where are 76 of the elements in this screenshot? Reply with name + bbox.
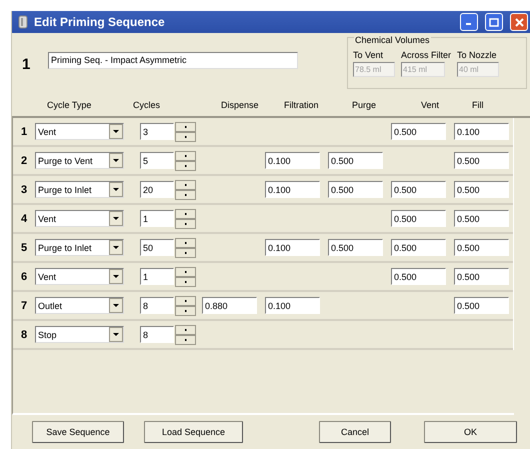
value-field[interactable]: 0.500	[328, 239, 383, 256]
dialog-button[interactable]: Save Sequence	[32, 421, 124, 443]
value-field[interactable]: 0.500	[328, 152, 383, 169]
cycles-field[interactable]: 8	[140, 326, 174, 343]
value-field[interactable]: 0.500	[328, 181, 383, 198]
row-number: 2	[20, 154, 28, 166]
value-field[interactable]: 0.500	[391, 239, 446, 256]
value-field[interactable]: 0.500	[454, 152, 509, 169]
cycle-type-dropdown[interactable]: Stop	[35, 326, 124, 343]
cycle-type-dropdown[interactable]: Vent	[35, 210, 124, 227]
cycles-field[interactable]: 8	[140, 297, 174, 314]
cycle-type-dropdown[interactable]: Vent	[35, 268, 124, 285]
close-button[interactable]	[510, 13, 528, 31]
maximize-icon	[489, 18, 499, 26]
row-number: 5	[20, 242, 28, 254]
cycles-field[interactable]: 5	[140, 152, 174, 169]
value-field[interactable]: 0.500	[391, 210, 446, 227]
value-field[interactable]: 0.100	[265, 181, 320, 198]
cycles-field[interactable]: 1	[140, 268, 174, 285]
sequence-number: 1	[22, 56, 32, 72]
cycle-type-dropdown[interactable]: Purge to Vent	[35, 152, 124, 169]
cycle-type-dropdown[interactable]: Vent	[35, 123, 124, 140]
value-field[interactable]: 0.100	[265, 297, 320, 314]
value-field[interactable]: 0.500	[454, 268, 509, 285]
dialog-button[interactable]: Cancel	[319, 421, 391, 443]
window-title: Edit Priming Sequence	[34, 15, 165, 29]
spinner-icon[interactable]	[175, 180, 196, 200]
value-field[interactable]: 0.100	[265, 152, 320, 169]
row-number: 1	[20, 126, 28, 138]
row-number: 8	[20, 328, 28, 340]
column-header: Cycle Type	[47, 100, 92, 110]
column-header: Cycles	[133, 100, 160, 110]
spinner-icon[interactable]	[175, 266, 196, 286]
spinner-icon[interactable]	[175, 296, 196, 316]
row-number: 6	[20, 270, 28, 282]
group-title: Chemical Volumes	[354, 35, 431, 45]
value-field[interactable]: 0.500	[454, 181, 509, 198]
minimize-button[interactable]	[460, 13, 478, 31]
cycles-field[interactable]: 1	[140, 210, 174, 227]
cycle-type-dropdown[interactable]: Purge to Inlet	[35, 181, 124, 198]
volume-label: Across Filter	[401, 50, 452, 60]
cycle-type-dropdown[interactable]: Outlet	[35, 297, 124, 314]
spinner-icon[interactable]	[175, 324, 196, 344]
dialog-button[interactable]: Load Sequence	[144, 421, 243, 443]
volume-label: To Vent	[353, 50, 384, 60]
maximize-button[interactable]	[485, 13, 503, 31]
cycles-field[interactable]: 3	[140, 123, 174, 140]
volume-label: To Nozzle	[457, 50, 498, 60]
column-header: Vent	[421, 100, 440, 110]
column-header: Dispense	[221, 100, 259, 110]
dialog-button[interactable]: OK	[424, 421, 517, 443]
column-header: Filtration	[284, 100, 319, 110]
row-number: 7	[20, 300, 28, 312]
column-header: Fill	[472, 100, 484, 110]
cycles-field[interactable]: 20	[140, 181, 174, 198]
spinner-icon[interactable]	[175, 150, 196, 170]
spinner-icon[interactable]	[175, 208, 196, 228]
row-number: 4	[20, 212, 28, 224]
sequence-name-field[interactable]: Priming Seq. - Impact Asymmetric	[48, 52, 298, 68]
app-icon	[18, 15, 28, 29]
value-field[interactable]: 0.880	[202, 297, 257, 314]
cycles-field[interactable]: 50	[140, 239, 174, 256]
row-number: 3	[20, 184, 28, 196]
column-header: Purge	[352, 100, 376, 110]
spinner-icon[interactable]	[175, 122, 196, 142]
value-field[interactable]: 0.100	[265, 239, 320, 256]
value-field[interactable]: 0.500	[454, 297, 509, 314]
close-icon	[514, 18, 524, 26]
spinner-icon[interactable]	[175, 238, 196, 258]
cycle-type-dropdown[interactable]: Purge to Inlet	[35, 239, 124, 256]
value-field[interactable]: 0.500	[454, 239, 509, 256]
value-field[interactable]: 0.500	[391, 181, 446, 198]
value-field[interactable]: 0.500	[391, 123, 446, 140]
value-field[interactable]: 0.500	[391, 268, 446, 285]
value-field[interactable]: 0.500	[454, 210, 509, 227]
value-field[interactable]: 0.100	[454, 123, 509, 140]
